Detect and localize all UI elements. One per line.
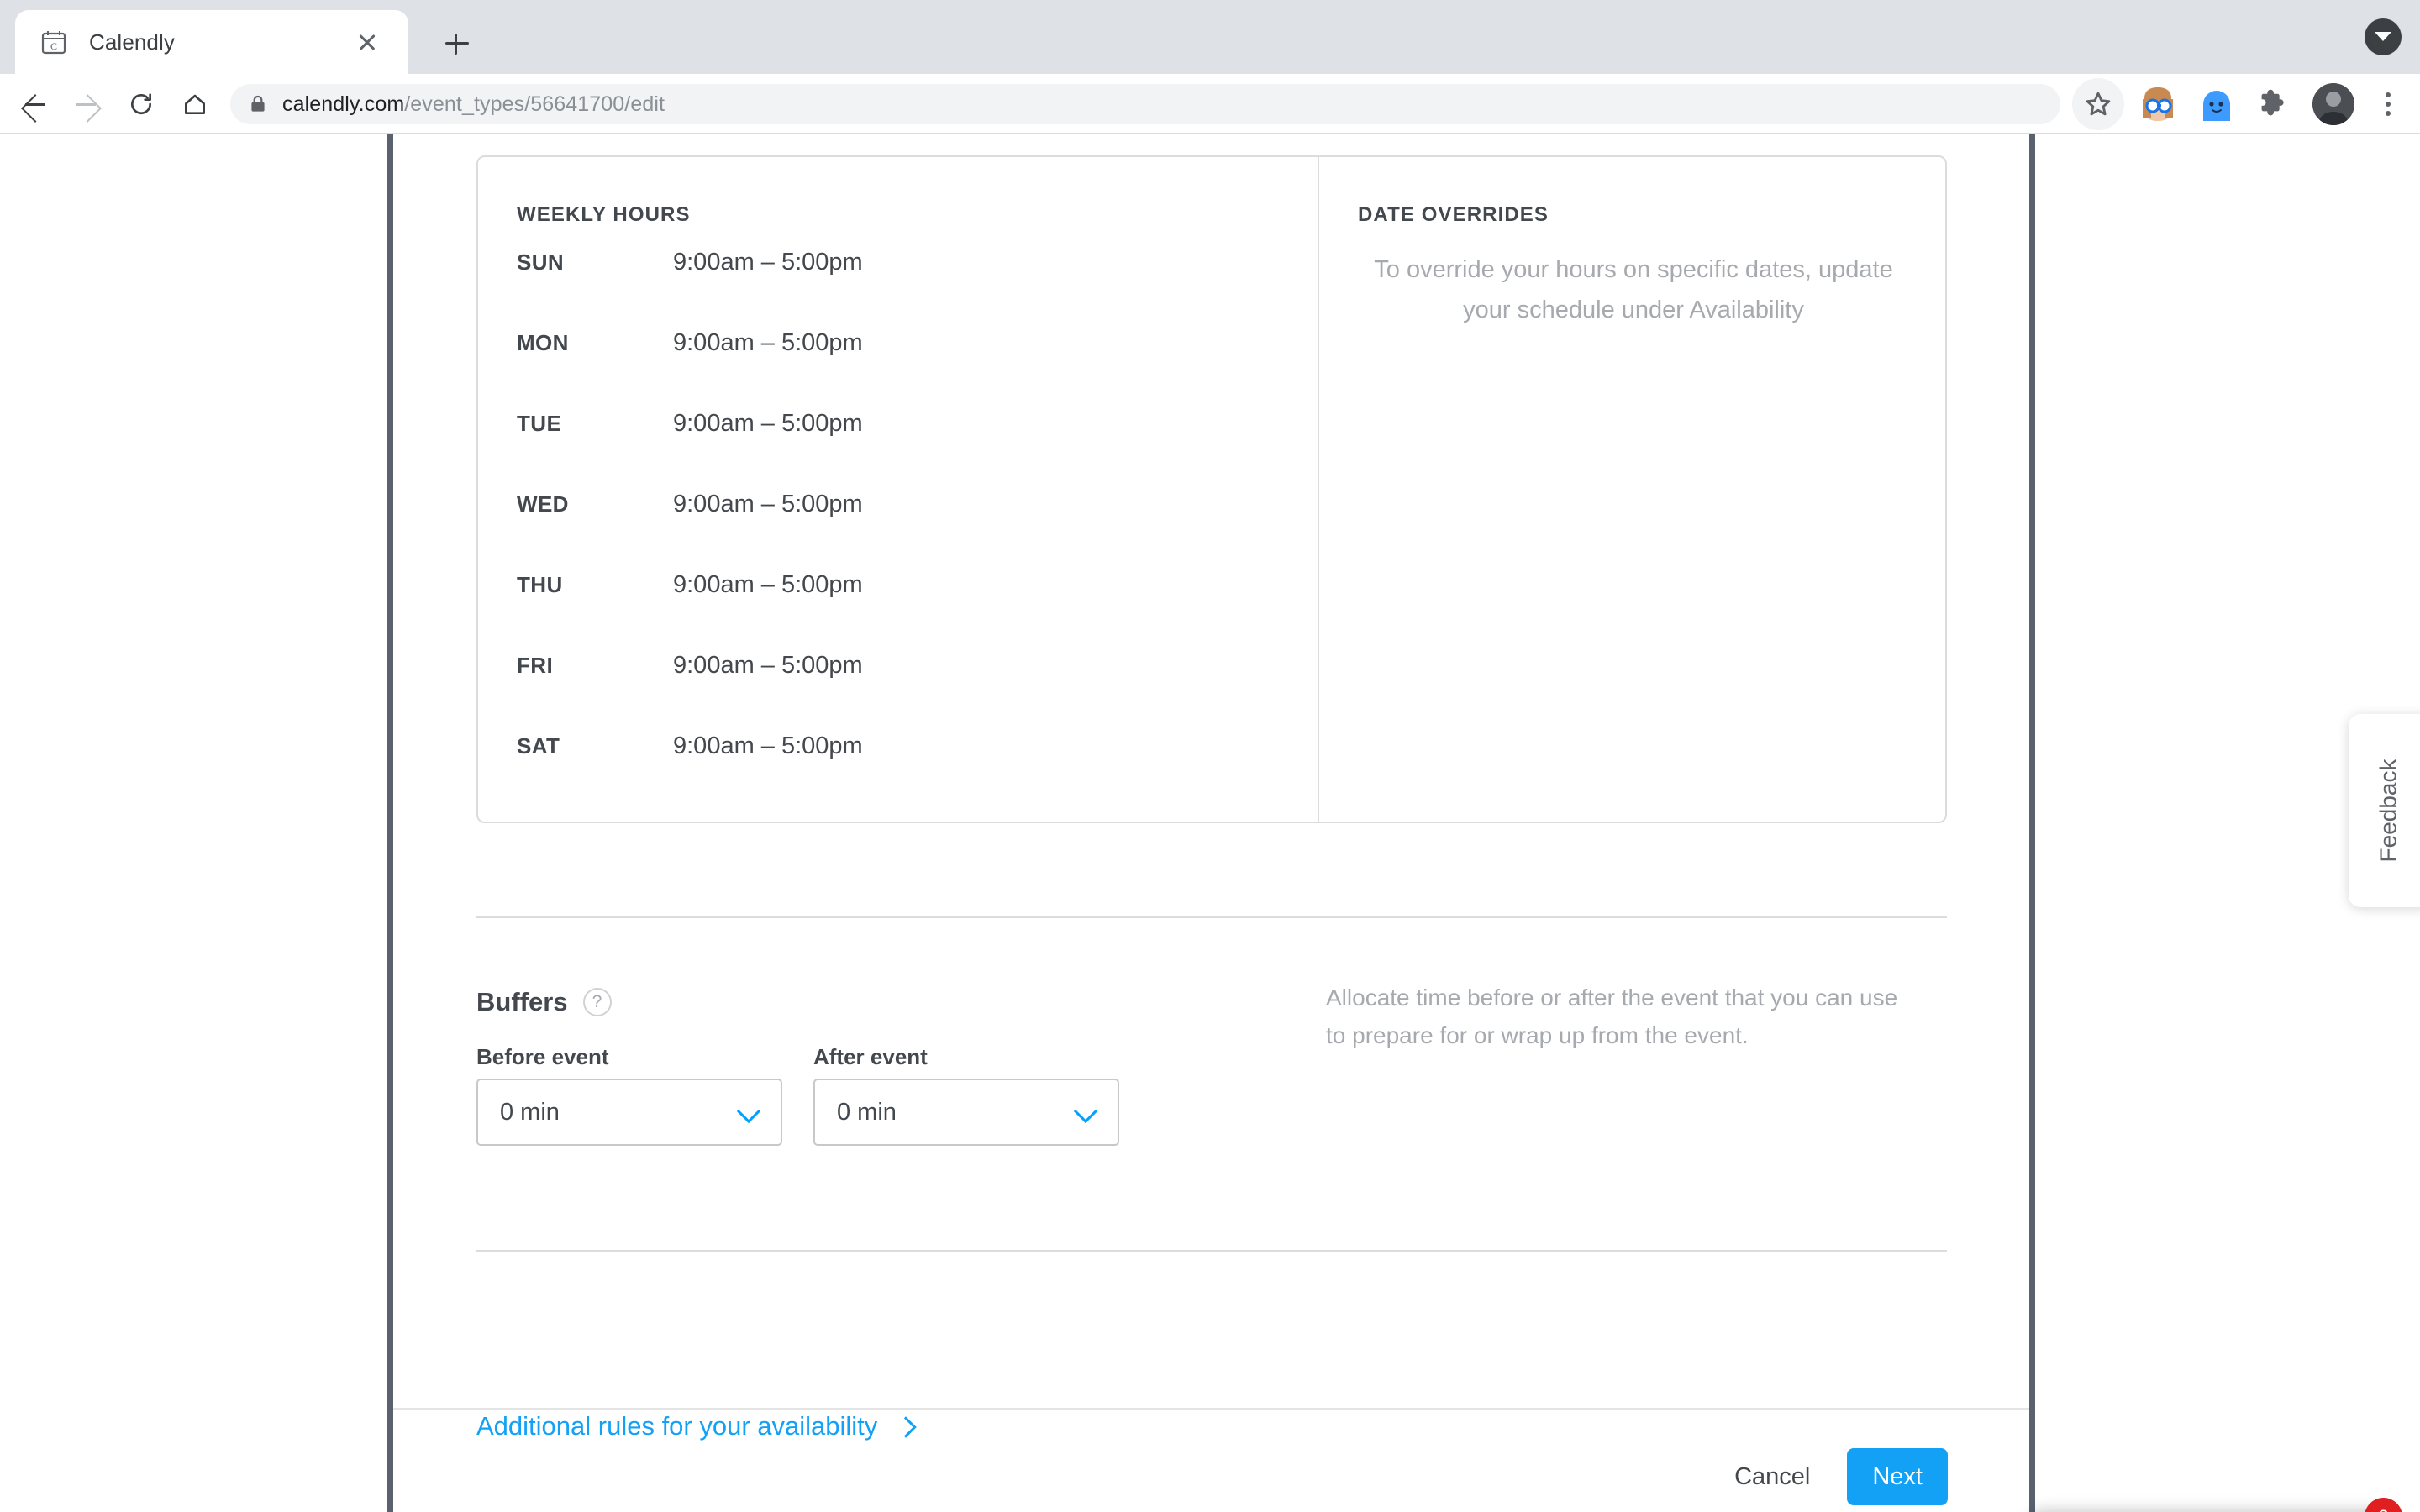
reload-icon[interactable] [114,77,168,131]
before-event-label: Before event [476,1044,609,1069]
question-mark-icon[interactable]: ? [582,988,612,1016]
feedback-tab[interactable]: Feedback [2349,714,2420,907]
lock-icon [247,93,269,115]
footer-divider [393,1408,2029,1410]
user-avatar-icon[interactable] [2312,83,2354,125]
day-hours: 9:00am – 5:00pm [673,732,863,759]
blue-ghost-extension-icon[interactable] [2195,82,2238,126]
browser-toolbar: calendly.com/event_types/56641700/edit [0,74,2420,134]
day-label: SAT [517,733,560,759]
feedback-tab-label: Feedback [2375,759,2402,863]
day-hours: 9:00am – 5:00pm [673,652,863,679]
day-label: THU [517,572,563,597]
caret-down-circle-icon[interactable] [2365,18,2402,55]
buffers-title: Buffers [476,987,568,1016]
tab-title: Calendly [89,29,175,55]
after-event-label: After event [813,1044,928,1069]
forward-arrow-icon[interactable] [60,77,114,131]
availability-card: WEEKLY HOURS SUN 9:00am – 5:00pm MON 9:0… [476,155,1947,823]
chevron-down-icon[interactable] [737,1101,759,1123]
back-arrow-icon[interactable] [7,77,60,131]
weekly-hours-row[interactable]: MON 9:00am – 5:00pm [517,329,1298,411]
home-icon[interactable] [168,77,222,131]
next-button[interactable]: Next [1847,1448,1948,1505]
additional-rules-link[interactable]: Additional rules for your availability [476,1411,916,1441]
browser-chrome: C Calendly calendly.com/event_types/5664… [0,0,2420,134]
day-label: SUN [517,249,565,275]
star-icon[interactable] [2072,78,2124,130]
tab-strip: C Calendly [0,0,2420,74]
day-hours: 9:00am – 5:00pm [673,491,863,517]
svg-text:C: C [50,40,57,52]
close-icon[interactable] [348,23,387,61]
date-overrides-caption: DATE OVERRIDES [1358,203,1549,226]
address-bar-url: calendly.com/event_types/56641700/edit [282,92,665,117]
card-column-divider [1318,157,1319,822]
weekly-hours-caption: WEEKLY HOURS [517,203,691,226]
weekly-hours-row[interactable]: THU 9:00am – 5:00pm [517,571,1298,653]
after-event-select[interactable]: 0 min [813,1079,1119,1146]
weekly-hours-row[interactable]: FRI 9:00am – 5:00pm [517,652,1298,733]
after-event-value: 0 min [837,1098,897,1126]
chevron-down-icon[interactable] [1074,1101,1096,1123]
cancel-button[interactable]: Cancel [1734,1463,1810,1491]
url-host: calendly.com [282,92,405,116]
section-divider-buffers [476,916,1947,918]
puzzle-piece-icon[interactable] [2254,82,2297,126]
day-hours: 9:00am – 5:00pm [673,410,863,437]
weekly-hours-row[interactable]: TUE 9:00am – 5:00pm [517,410,1298,491]
event-type-edit-modal: WEEKLY HOURS SUN 9:00am – 5:00pm MON 9:0… [393,134,2029,1512]
before-event-value: 0 min [500,1098,560,1126]
day-label: MON [517,330,569,355]
day-label: WED [517,491,569,517]
plus-icon[interactable] [434,20,481,67]
additional-rules-label: Additional rules for your availability [476,1411,878,1441]
day-label: FRI [517,653,554,678]
three-dot-menu-icon[interactable] [2366,81,2410,128]
buffers-description: Allocate time before or after the event … [1326,984,1898,1048]
date-overrides-empty-message: To override your hours on specific dates… [1374,256,1893,323]
modal-left-edge [387,134,393,1512]
weekly-hours-row[interactable]: SUN 9:00am – 5:00pm [517,249,1298,330]
address-bar[interactable]: calendly.com/event_types/56641700/edit [230,84,2060,124]
weekly-hours-row[interactable]: SAT 9:00am – 5:00pm [517,732,1298,814]
url-path: /event_types/56641700/edit [404,92,666,116]
page-viewport: WEEKLY HOURS SUN 9:00am – 5:00pm MON 9:0… [0,134,2420,1512]
browser-tab-calendly[interactable]: C Calendly [15,10,408,74]
modal-right-edge [2029,134,2035,1512]
day-hours: 9:00am – 5:00pm [673,249,863,276]
day-hours: 9:00am – 5:00pm [673,329,863,356]
chevron-right-icon [897,1417,916,1436]
section-divider-additional-rules [476,1250,1947,1252]
weekly-hours-list: SUN 9:00am – 5:00pm MON 9:00am – 5:00pm … [517,249,1298,814]
face-with-goggles-extension-icon[interactable] [2136,82,2180,126]
weekly-hours-row[interactable]: WED 9:00am – 5:00pm [517,491,1298,572]
day-hours: 9:00am – 5:00pm [673,571,863,598]
calendar-c-icon: C [37,25,71,59]
day-label: TUE [517,411,562,436]
getting-started-badge: 3 [2365,1498,2402,1512]
buffers-heading: Buffers ? [476,987,612,1017]
before-event-select[interactable]: 0 min [476,1079,782,1146]
modal-footer-actions: Cancel Next [1734,1448,1948,1505]
